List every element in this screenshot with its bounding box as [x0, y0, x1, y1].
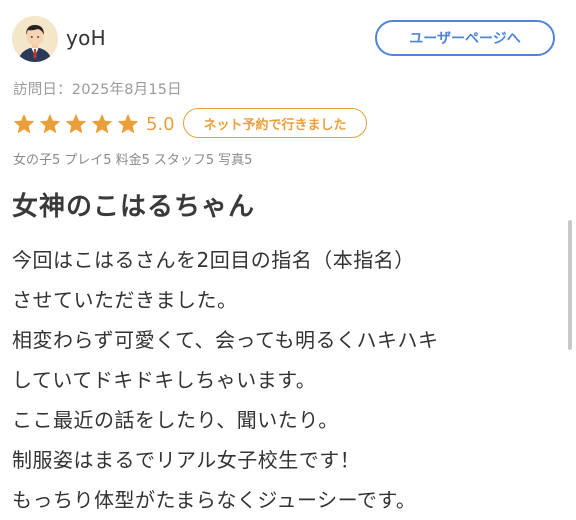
- subscore-staff: スタッフ5: [153, 153, 215, 168]
- review-body: 今回はこはるさんを2回目の指名（本指名） させていただきました。 相変わらず可愛…: [12, 240, 562, 520]
- subscores: 女の子5 プレイ5 料金5 スタッフ5 写真5: [13, 149, 252, 168]
- review-card: yoH ユーザーページへ 訪問日：2025年8月15日 5.0 ネット予約で行き…: [0, 0, 576, 520]
- user-page-button[interactable]: ユーザーページへ: [375, 20, 555, 56]
- review-line: 今回はこはるさんを2回目の指名（本指名）: [12, 248, 415, 272]
- review-line: 制服姿はまるでリアル女子校生です！: [12, 448, 361, 472]
- username[interactable]: yoH: [66, 26, 106, 50]
- star-icon: [39, 113, 61, 134]
- subscore-price: 料金5: [115, 153, 150, 168]
- star-icon: [13, 113, 35, 134]
- subscore-girl: 女の子5: [13, 153, 61, 168]
- user-avatar-icon[interactable]: [12, 16, 58, 62]
- star-icon: [117, 113, 139, 134]
- review-title: 女神のこはるちゃん: [12, 192, 256, 222]
- review-line: させていただきました。: [12, 288, 238, 312]
- scrollbar[interactable]: [568, 220, 572, 350]
- subscore-play: プレイ5: [64, 153, 112, 168]
- rating-score: 5.0: [146, 114, 175, 135]
- review-line: ここ最近の話をしたり、聞いたり。: [12, 408, 339, 432]
- subscore-photo: 写真5: [218, 153, 253, 168]
- review-line: もっちり体型がたまらなくジューシーです。: [12, 488, 417, 512]
- star-icon: [65, 113, 87, 134]
- review-line: していてドキドキしちゃいます。: [12, 368, 317, 392]
- visit-date: 訪問日：2025年8月15日: [13, 82, 182, 98]
- review-line: 相変わらず可愛くて、会っても明るくハキハキ: [12, 328, 439, 352]
- net-reservation-badge: ネット予約で行きました: [183, 108, 367, 138]
- star-rating: [12, 112, 140, 138]
- star-icon: [91, 113, 113, 134]
